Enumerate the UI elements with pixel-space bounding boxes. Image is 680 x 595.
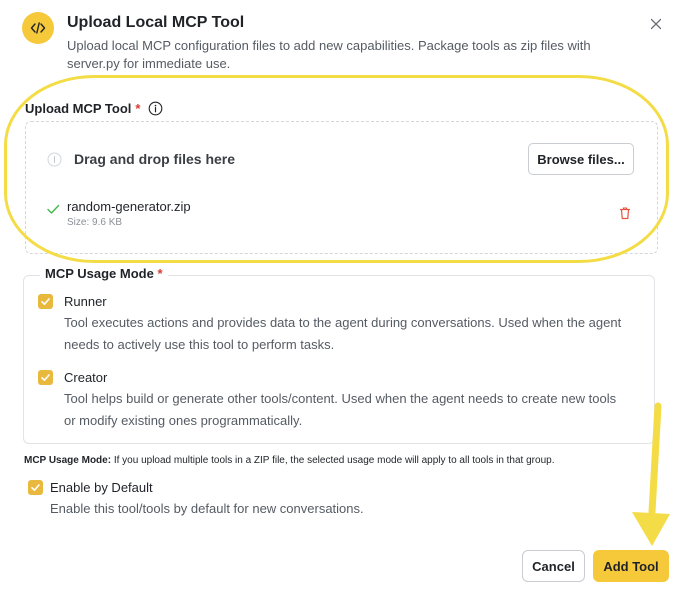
dialog-title: Upload Local MCP Tool <box>67 14 245 31</box>
close-icon <box>650 18 662 30</box>
upload-label-text: Upload MCP Tool <box>25 101 132 116</box>
runner-option-description: Tool executes actions and provides data … <box>64 315 622 352</box>
creator-checkbox[interactable] <box>38 370 53 385</box>
checkmark-icon <box>41 374 50 381</box>
usage-mode-note: MCP Usage Mode: If you upload multiple t… <box>24 455 554 466</box>
checkmark-icon <box>41 298 50 305</box>
enable-default-checkbox[interactable] <box>28 480 43 495</box>
browse-files-button[interactable]: Browse files... <box>528 143 634 175</box>
checkmark-icon <box>31 484 40 491</box>
creator-option-title[interactable]: Creator <box>64 370 107 385</box>
code-icon <box>22 12 54 44</box>
usage-mode-note-label: MCP Usage Mode: <box>24 455 112 466</box>
required-mark: * <box>135 101 141 116</box>
add-tool-button[interactable]: Add Tool <box>593 550 669 582</box>
uploaded-file-name: random-generator.zip <box>67 199 191 214</box>
delete-file-icon[interactable] <box>618 206 632 220</box>
usage-mode-legend-text: MCP Usage Mode <box>45 266 154 281</box>
check-icon <box>46 202 60 216</box>
enable-default-description: Enable this tool/tools by default for ne… <box>50 501 364 516</box>
usage-mode-legend: MCP Usage Mode * <box>40 266 168 281</box>
enable-default-title[interactable]: Enable by Default <box>50 480 153 495</box>
file-dropzone[interactable]: Drag and drop files here Browse files...… <box>25 121 658 254</box>
required-mark: * <box>157 266 163 281</box>
creator-option-description: Tool helps build or generate other tools… <box>64 391 617 428</box>
runner-checkbox[interactable] <box>38 294 53 309</box>
uploaded-file-size: Size: 9.6 KB <box>67 217 123 228</box>
upload-label: Upload MCP Tool * <box>25 101 163 116</box>
close-button[interactable] <box>648 16 664 32</box>
cancel-button[interactable]: Cancel <box>522 550 585 582</box>
upload-mcp-dialog: Upload Local MCP Tool Upload local MCP c… <box>0 0 680 595</box>
info-icon[interactable] <box>148 101 163 116</box>
runner-option-title[interactable]: Runner <box>64 294 107 309</box>
dialog-subtitle: Upload local MCP configuration files to … <box>67 38 591 71</box>
dropzone-text: Drag and drop files here <box>74 151 236 167</box>
usage-mode-note-text: If you upload multiple tools in a ZIP fi… <box>111 455 555 466</box>
upload-hint-icon <box>47 152 62 167</box>
